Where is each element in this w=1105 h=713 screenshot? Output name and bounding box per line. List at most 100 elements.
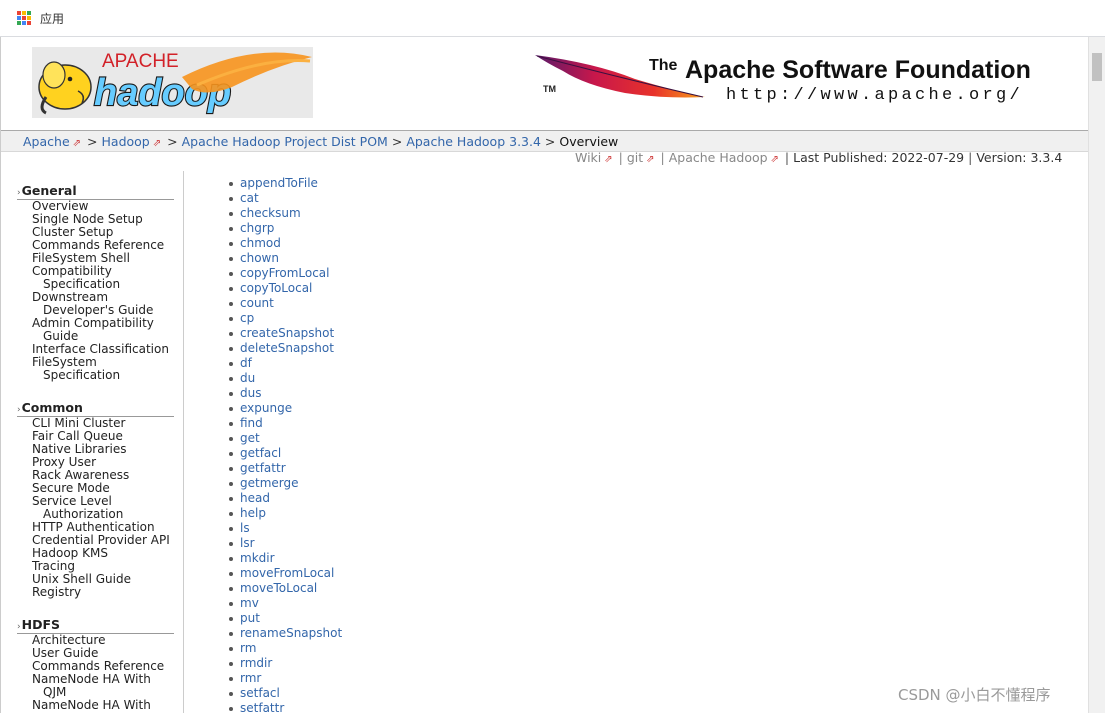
command-link[interactable]: lsr — [240, 536, 255, 550]
menu-arrow-icon: › — [17, 405, 21, 415]
command-link[interactable]: renameSnapshot — [240, 626, 342, 640]
menu-item[interactable]: NameNode HA With — [32, 699, 183, 712]
scrollbar-thumb[interactable] — [1092, 53, 1102, 81]
hadoop-logo-apache: APACHE — [102, 51, 179, 72]
command-list-item: setfattr — [227, 701, 342, 713]
command-list-item: head — [227, 491, 342, 506]
command-list-item: renameSnapshot — [227, 626, 342, 641]
command-link[interactable]: cp — [240, 311, 254, 325]
browser-apps-bar: 应用 — [0, 0, 1105, 37]
command-list-item: find — [227, 416, 342, 431]
command-list-item: copyToLocal — [227, 281, 342, 296]
meta-separator: | — [660, 150, 669, 165]
breadcrumb-link[interactable]: Apache — [23, 134, 70, 149]
command-link[interactable]: expunge — [240, 401, 292, 415]
left-navigation: ›General Overview Single Node Setup Cluste… — [1, 171, 184, 713]
menu-section-general: ›General Overview Single Node Setup Cluste… — [17, 183, 183, 382]
menu-title-general: ›General — [17, 183, 174, 200]
publish-meta: Wiki ⇗ | git ⇗ | Apache Hadoop ⇗ | Last Pub… — [575, 150, 1062, 165]
apps-label[interactable]: 应用 — [40, 10, 64, 27]
command-list-item: mkdir — [227, 551, 342, 566]
asf-logo-url: http://www.apache.org/ — [726, 86, 1023, 105]
command-list-item: chown — [227, 251, 342, 266]
command-link[interactable]: rm — [240, 641, 256, 655]
breadcrumb-separator: > — [167, 134, 178, 149]
command-link[interactable]: put — [240, 611, 260, 625]
hadoop-logo[interactable]: APACHE hadoop — [32, 47, 313, 118]
command-link[interactable]: checksum — [240, 206, 301, 220]
command-link[interactable]: df — [240, 356, 252, 370]
command-link[interactable]: deleteSnapshot — [240, 341, 334, 355]
command-list-item: rmr — [227, 671, 342, 686]
page: APACHE hadoop TM The Apache Software Fou — [0, 37, 1090, 713]
command-list-item: dus — [227, 386, 342, 401]
command-list: appendToFile cat checksum chgrp chmod chown co… — [227, 176, 342, 713]
menu-list-common: CLI Mini Cluster Fair Call Queue Native Li… — [17, 417, 183, 599]
command-link[interactable]: rmr — [240, 671, 261, 685]
breadcrumb-separator: > — [391, 134, 403, 149]
command-list-item: du — [227, 371, 342, 386]
command-link[interactable]: mkdir — [240, 551, 275, 565]
menu-item[interactable]: Registry — [32, 586, 183, 599]
command-list-item: lsr — [227, 536, 342, 551]
last-published: Last Published: 2022-07-29 — [793, 150, 965, 165]
command-link[interactable]: moveFromLocal — [240, 566, 334, 580]
command-list-item: rmdir — [227, 656, 342, 671]
command-list-item: count — [227, 296, 342, 311]
command-link[interactable]: getmerge — [240, 476, 299, 490]
command-link[interactable]: chgrp — [240, 221, 274, 235]
command-link[interactable]: setfacl — [240, 686, 280, 700]
command-list-item: createSnapshot — [227, 326, 342, 341]
command-list-item: get — [227, 431, 342, 446]
external-link-icon: ⇗ — [152, 138, 162, 149]
command-link[interactable]: head — [240, 491, 270, 505]
command-list-item: setfacl — [227, 686, 342, 701]
command-link[interactable]: mv — [240, 596, 259, 610]
menu-section-hdfs: ›HDFS Architecture User Guide Commands Ref… — [17, 617, 183, 712]
command-list-item: moveFromLocal — [227, 566, 342, 581]
external-link-icon: ⇗ — [646, 154, 655, 165]
external-link-icon: ⇗ — [72, 138, 82, 149]
command-link[interactable]: chmod — [240, 236, 281, 250]
command-list-item: appendToFile — [227, 176, 342, 191]
wiki-link[interactable]: Wiki — [575, 150, 601, 165]
apps-grid-icon[interactable] — [17, 11, 31, 25]
command-list-item: ls — [227, 521, 342, 536]
command-link[interactable]: du — [240, 371, 255, 385]
command-link[interactable]: rmdir — [240, 656, 272, 670]
command-list-item: rm — [227, 641, 342, 656]
breadcrumb-link[interactable]: Apache Hadoop Project Dist POM — [182, 134, 388, 149]
vertical-scrollbar[interactable] — [1088, 37, 1105, 713]
asf-logo-the: The — [649, 57, 678, 74]
breadcrumb: Apache ⇗ > Hadoop ⇗ > Apache Hadoop Project Di… — [1, 130, 1089, 152]
apache-hadoop-link[interactable]: Apache Hadoop — [669, 150, 768, 165]
command-link[interactable]: getfacl — [240, 446, 281, 460]
breadcrumb-link[interactable]: Hadoop — [102, 134, 150, 149]
breadcrumb-link[interactable]: Apache Hadoop 3.3.4 — [406, 134, 541, 149]
breadcrumb-current: Overview — [559, 134, 619, 149]
command-link[interactable]: appendToFile — [240, 176, 318, 190]
command-link[interactable]: help — [240, 506, 266, 520]
git-link[interactable]: git — [627, 150, 643, 165]
command-link[interactable]: setfattr — [240, 701, 284, 713]
command-link[interactable]: createSnapshot — [240, 326, 334, 340]
breadcrumb-separator: > — [87, 134, 98, 149]
command-link[interactable]: copyFromLocal — [240, 266, 330, 280]
command-link[interactable]: copyToLocal — [240, 281, 312, 295]
command-link[interactable]: moveToLocal — [240, 581, 317, 595]
command-list-item: deleteSnapshot — [227, 341, 342, 356]
command-link[interactable]: chown — [240, 251, 279, 265]
command-link[interactable]: ls — [240, 521, 250, 535]
command-list-item: getfacl — [227, 446, 342, 461]
command-link[interactable]: count — [240, 296, 274, 310]
asf-logo[interactable]: TM The Apache Software Foundation http:/… — [535, 51, 1075, 109]
command-link[interactable]: getfattr — [240, 461, 286, 475]
command-link[interactable]: get — [240, 431, 260, 445]
command-link[interactable]: find — [240, 416, 263, 430]
menu-list-hdfs: Architecture User Guide Commands Reference… — [17, 634, 183, 712]
version: Version: 3.3.4 — [976, 150, 1063, 165]
command-link[interactable]: cat — [240, 191, 259, 205]
meta-separator: | — [618, 150, 627, 165]
command-link[interactable]: dus — [240, 386, 261, 400]
menu-item-continuation[interactable]: Specification — [32, 369, 183, 382]
